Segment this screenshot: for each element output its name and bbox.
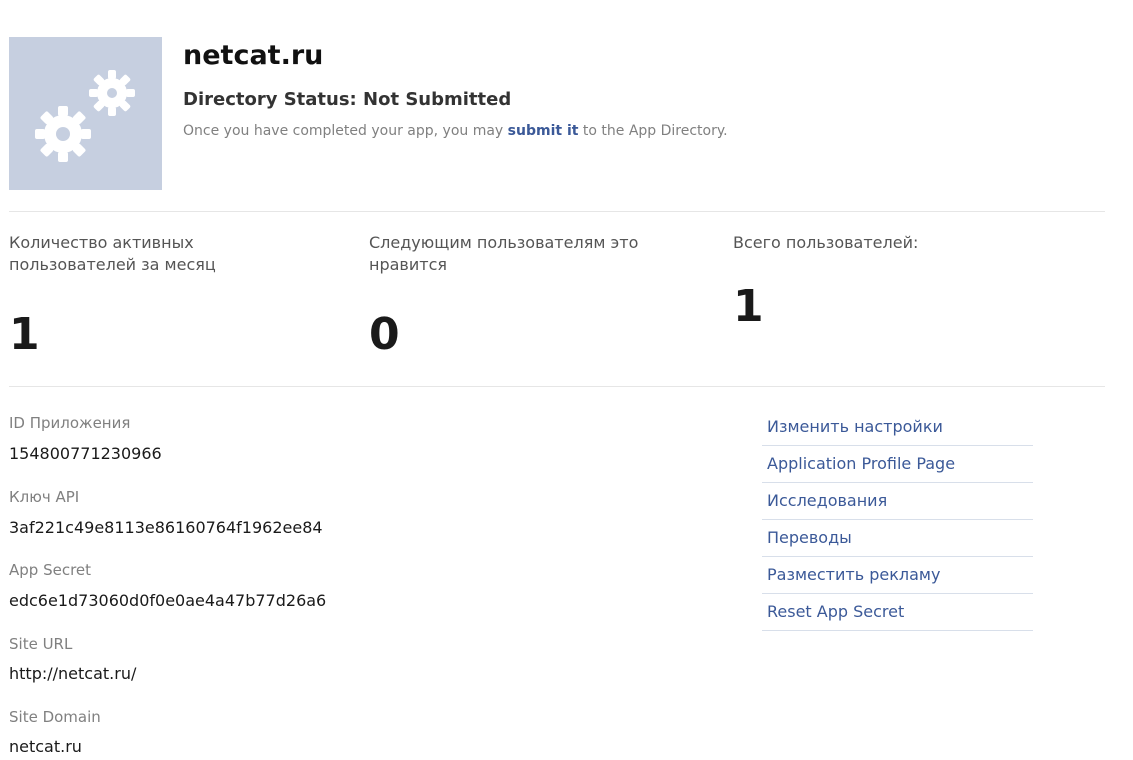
gears-icon [9,37,162,190]
submit-link[interactable]: submit it [508,123,579,139]
stat-likes: Следующим пользователям это нравится [369,232,709,276]
stat-value-total-users: 1 [733,281,764,332]
edit-settings-link[interactable]: Изменить настройки [762,409,1033,446]
site-domain-value: netcat.ru [9,737,82,756]
site-url-label: Site URL [9,635,73,653]
site-domain-label: Site Domain [9,708,101,726]
api-key-value: 3af221c49e8113e86160764f1962ee84 [9,518,323,537]
insights-link[interactable]: Исследования [762,483,1033,520]
stat-total-users: Всего пользователей: [733,232,1033,254]
app-id-label: ID Приложения [9,414,131,432]
hint-text-before: Once you have completed your app, you ma… [183,123,508,139]
reset-app-secret-link[interactable]: Reset App Secret [762,594,1033,631]
divider [9,386,1105,387]
site-url-value: http://netcat.ru/ [9,664,137,683]
stat-monthly-active-users: Количество активных пользователей за мес… [9,232,309,276]
app-id-value: 154800771230966 [9,444,162,463]
app-secret-value: edc6e1d73060d0f0e0ae4a47b77d26a6 [9,591,327,610]
app-dashboard: netcat.ru Directory Status: Not Submitte… [0,0,1133,760]
stat-label: Всего пользователей: [733,233,919,252]
app-actions-menu: Изменить настройки Application Profile P… [762,409,1033,631]
divider [9,211,1105,212]
stat-label: Следующим пользователям это нравится [369,233,639,274]
app-name: netcat.ru [183,40,324,71]
stat-label: Количество активных пользователей за мес… [9,233,216,274]
application-profile-page-link[interactable]: Application Profile Page [762,446,1033,483]
translations-link[interactable]: Переводы [762,520,1033,557]
directory-status: Directory Status: Not Submitted [183,89,512,110]
advertise-link[interactable]: Разместить рекламу [762,557,1033,594]
stat-value-likes: 0 [369,309,400,360]
app-secret-label: App Secret [9,561,92,579]
hint-text-after: to the App Directory. [578,123,728,139]
directory-hint: Once you have completed your app, you ma… [183,123,728,139]
stat-value-monthly-active-users: 1 [9,309,40,360]
api-key-label: Ключ API [9,488,80,506]
